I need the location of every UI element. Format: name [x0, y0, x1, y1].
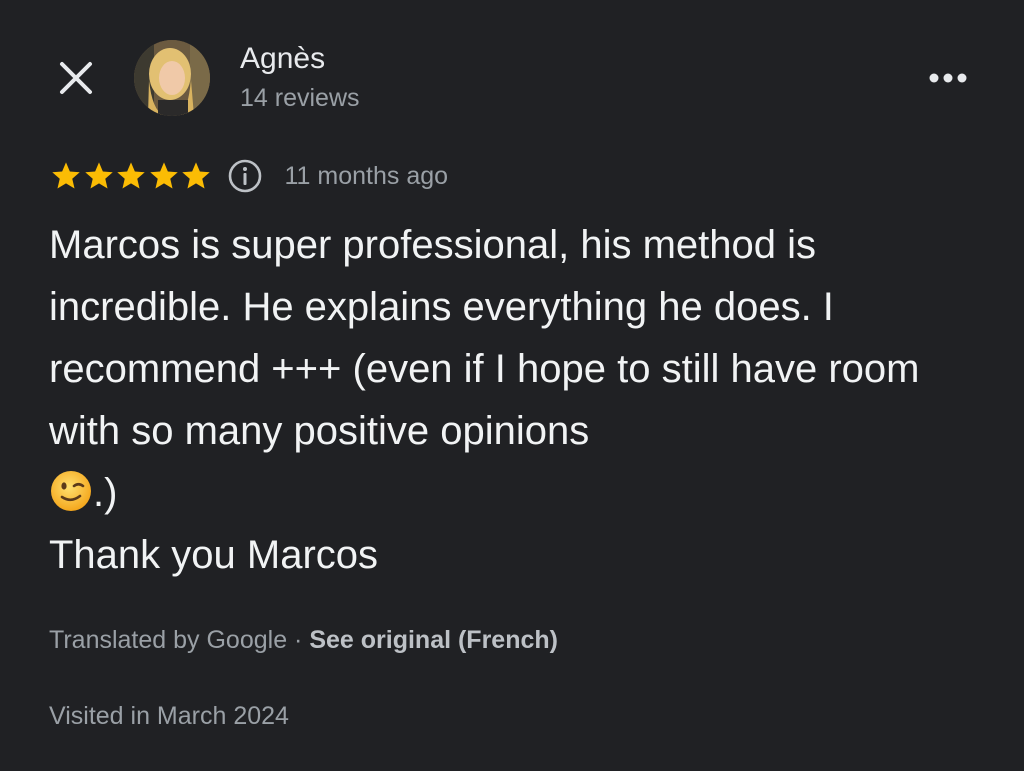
close-button[interactable] [54, 56, 98, 100]
see-original-link[interactable]: See original (French) [309, 626, 558, 654]
profile-photo [134, 40, 210, 116]
review-time: 11 months ago [284, 161, 449, 190]
visited-date: Visited in March 2024 [49, 702, 289, 730]
star-icon [117, 162, 145, 189]
review-text-part-2: .) Thank you Marcos [49, 471, 379, 577]
avatar[interactable] [134, 40, 210, 116]
close-icon [60, 62, 92, 94]
review-count[interactable]: 14 reviews [240, 84, 360, 113]
translation-separator: · [287, 626, 310, 654]
more-horizontal-icon [929, 73, 967, 83]
rating-row: 11 months ago [50, 153, 448, 199]
star-rating [50, 160, 213, 192]
translated-by-label: Translated by Google [49, 626, 288, 654]
review-text-part-1: Marcos is super professional, his method… [49, 223, 920, 453]
review-header: Agnès 14 reviews [0, 0, 1024, 150]
star-icon [182, 162, 210, 189]
more-options-button[interactable] [918, 58, 978, 98]
translation-info: Translated by Google · See original (Fre… [49, 626, 558, 655]
star-icon [84, 162, 113, 189]
winking-face-emoji [51, 471, 91, 511]
author-name[interactable]: Agnès [240, 42, 325, 76]
review-text: Marcos is super professional, his method… [49, 214, 989, 586]
star-icon [52, 162, 80, 189]
star-icon [149, 162, 178, 189]
info-icon[interactable] [227, 158, 263, 194]
